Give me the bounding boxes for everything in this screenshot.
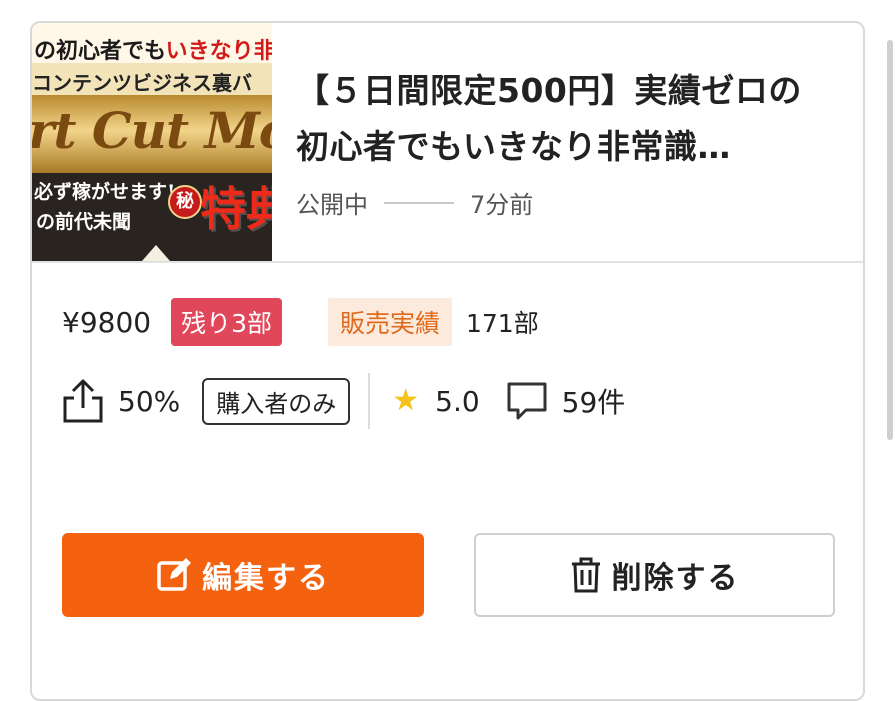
buyers-only-tag: 購入者のみ (202, 377, 351, 425)
stats-row: 50% 購入者のみ ★ 5.0 59件 (62, 373, 625, 429)
thumbnail-arrow (142, 245, 170, 261)
edit-button-label: 編集する (202, 561, 330, 596)
share-percent: 50% (118, 384, 181, 418)
edit-icon (157, 558, 191, 591)
product-card: の初心者でもいきなり非常 コンテンツビジネス裏バ rt Cut Mone 必ず稼… (30, 21, 865, 701)
sales-value: 171部 (466, 309, 539, 338)
star-icon: ★ (392, 383, 420, 418)
product-thumbnail[interactable]: の初心者でもいきなり非常 コンテンツビジネス裏バ rt Cut Mone 必ず稼… (32, 23, 272, 261)
product-header[interactable]: の初心者でもいきなり非常 コンテンツビジネス裏バ rt Cut Mone 必ず稼… (32, 23, 863, 263)
comment-icon[interactable] (506, 380, 548, 422)
thumbnail-text-line2: コンテンツビジネス裏バ (32, 71, 252, 95)
stats-divider (368, 373, 371, 429)
thumbnail-text-line5: の前代未聞 (36, 211, 132, 233)
comment-count: 59件 (561, 386, 626, 419)
status-label: 公開中 (296, 191, 368, 219)
thumbnail-tokuten: 特典 (200, 182, 272, 236)
product-title[interactable]: 【５日間限定500円】実績ゼロの初心者でもいきなり非常識… (296, 63, 831, 175)
edit-button[interactable]: 編集する (62, 533, 424, 617)
price-row: ¥9800 残り3部 販売実績 171部 (62, 298, 539, 346)
delete-button[interactable]: 削除する (474, 533, 835, 617)
thumbnail-text-logo: rt Cut Mone (32, 101, 272, 160)
sales-label: 販売実績 (327, 298, 452, 346)
product-meta: 公開中 7分前 (296, 185, 533, 220)
rating-value: 5.0 (435, 384, 480, 418)
scrollbar[interactable] (887, 40, 893, 440)
trash-icon (571, 557, 600, 593)
thumbnail-seal: 秘 (168, 185, 202, 219)
remaining-badge: 残り3部 (171, 298, 282, 346)
time-ago: 7分前 (470, 191, 534, 219)
thumbnail-text-line1: の初心者でもいきなり非常 (34, 38, 272, 64)
share-icon[interactable] (62, 378, 104, 424)
price: ¥9800 (62, 305, 152, 339)
meta-divider (384, 201, 454, 204)
thumbnail-text-line4: 必ず稼がせます! (34, 181, 176, 203)
delete-button-label: 削除する (611, 561, 740, 596)
